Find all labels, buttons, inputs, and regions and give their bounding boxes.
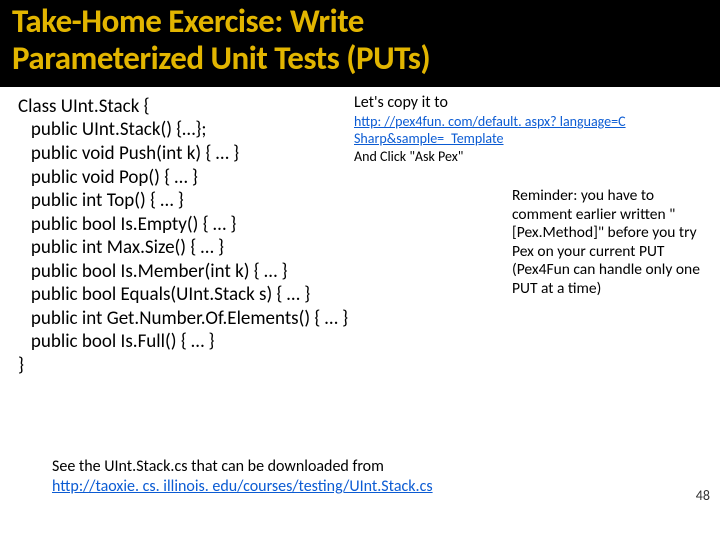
page-number: 48 bbox=[696, 487, 710, 504]
slide-title: Take-Home Exercise: Write Parameterized … bbox=[12, 3, 708, 77]
code-line: public bool Is.Full() { … } bbox=[18, 330, 215, 353]
title-line1: Take-Home Exercise: Write bbox=[12, 1, 364, 41]
code-line: public void Pop() { … } bbox=[18, 166, 198, 189]
reminder-text: Reminder: you have to comment earlier wr… bbox=[512, 186, 700, 298]
code-line: } bbox=[18, 354, 24, 377]
slide-body: Class UInt.Stack { public UInt.Stack() {… bbox=[0, 87, 720, 378]
copy-after: And Click "Ask Pex" bbox=[354, 148, 463, 165]
pex4fun-link-part1[interactable]: http: //pex4fun. com/default. aspx? lang… bbox=[354, 113, 626, 130]
code-line: public int Get.Number.Of.Elements() { … … bbox=[18, 307, 348, 330]
code-line: public bool Is.Member(int k) { … } bbox=[18, 260, 287, 283]
download-link[interactable]: http://taoxie. cs. illinois. edu/courses… bbox=[52, 477, 433, 496]
code-line: Class UInt.Stack { bbox=[18, 95, 150, 118]
code-line: public bool Equals(UInt.Stack s) { … } bbox=[18, 283, 310, 306]
code-line: public void Push(int k) { … } bbox=[18, 142, 239, 165]
code-line: public bool Is.Empty() { … } bbox=[18, 213, 236, 236]
copy-instructions: Let's copy it to http: //pex4fun. com/de… bbox=[354, 93, 712, 166]
code-line: public UInt.Stack() {…}; bbox=[18, 118, 206, 141]
code-line: public int Max.Size() { … } bbox=[18, 236, 224, 259]
download-lead: See the UInt.Stack.cs that can be downlo… bbox=[52, 457, 384, 476]
code-line: public int Top() { … } bbox=[18, 189, 184, 212]
download-note: See the UInt.Stack.cs that can be downlo… bbox=[52, 457, 433, 497]
title-line2: Parameterized Unit Tests (PUTs) bbox=[12, 38, 430, 78]
slide-header: Take-Home Exercise: Write Parameterized … bbox=[0, 0, 720, 87]
reminder-note: Reminder: you have to comment earlier wr… bbox=[512, 187, 712, 299]
pex4fun-link-part2[interactable]: Sharp&sample=_Template bbox=[354, 130, 504, 147]
copy-lead: Let's copy it to bbox=[354, 93, 448, 112]
